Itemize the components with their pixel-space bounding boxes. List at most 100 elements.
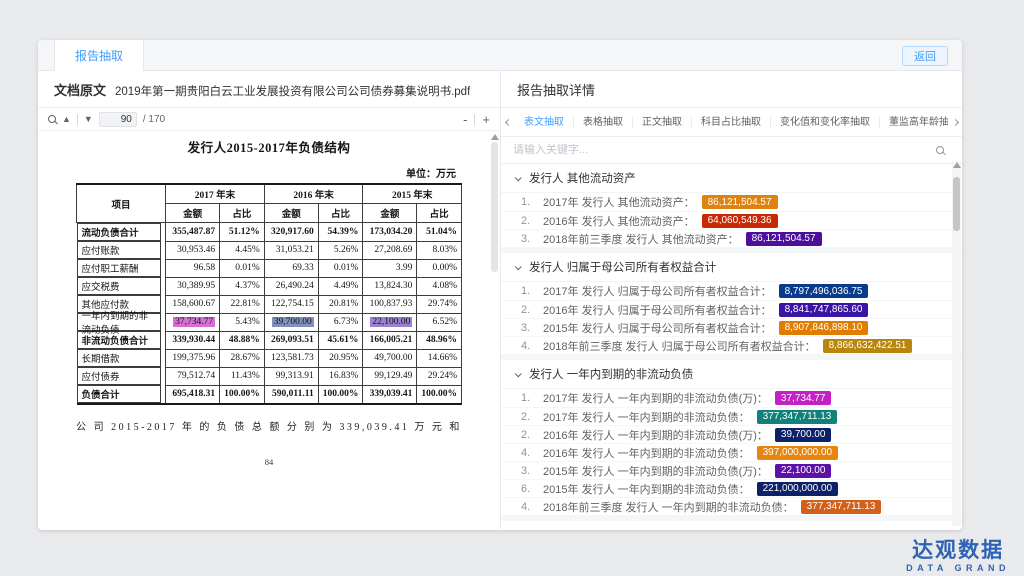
keyword-search-bar xyxy=(501,137,962,164)
table-cell-value: 199,375.96 xyxy=(166,349,220,367)
extraction-tab-1[interactable]: 表文抽取 xyxy=(519,108,569,137)
item-label: 2016年 发行人 其他流动资产： xyxy=(543,213,695,229)
table-cell-value: 166,005.21 xyxy=(363,331,417,349)
result-group: 发行人 一年内到期的非流动负债1.2017年 发行人 一年内到期的非流动负债(万… xyxy=(501,360,962,515)
keyword-search-input[interactable] xyxy=(513,144,936,156)
document-filename: 2019年第一期贵阳白云工业发展投资有限公司公司债券募集说明书.pdf xyxy=(115,83,470,99)
tab-separator xyxy=(770,116,771,128)
list-item[interactable]: 1.2017年 发行人 其他流动资产：86,121,504.57 xyxy=(501,193,962,211)
value-badge[interactable]: 221,000,000.00 xyxy=(757,482,839,496)
list-item[interactable]: 2.2017年 发行人 一年内到期的非流动负债：377,347,711.13 xyxy=(501,407,962,425)
search-icon[interactable] xyxy=(936,146,944,154)
list-item[interactable]: 3.2015年 发行人 归属于母公司所有者权益合计：8,907,846,898.… xyxy=(501,318,962,336)
list-item[interactable]: 3.2018年前三季度 发行人 其他流动资产：86,121,504.57 xyxy=(501,229,962,247)
value-badge[interactable]: 86,121,504.57 xyxy=(746,232,822,246)
page-up-icon[interactable]: ▲ xyxy=(62,115,71,124)
pdf-scrollbar[interactable] xyxy=(490,133,499,527)
details-panel-title: 报告抽取详情 xyxy=(501,71,962,108)
item-number: 4. xyxy=(521,501,543,513)
value-badge[interactable]: 8,866,632,422.51 xyxy=(823,339,913,353)
page-down-icon[interactable]: ▼ xyxy=(84,115,93,124)
value-badge[interactable]: 86,121,504.57 xyxy=(702,195,778,209)
table-row: 负债合计695,418.31100.00%590,011.11100.00%33… xyxy=(77,385,462,404)
details-scrollbar[interactable] xyxy=(952,161,961,526)
value-badge[interactable]: 377,347,711.13 xyxy=(801,500,882,514)
table-row: 应付职工薪酬96.580.01%69.330.01%3.990.00% xyxy=(77,259,462,277)
table-cell-value: 22.81% xyxy=(220,295,265,313)
extraction-tabs: 表文抽取表格抽取正文抽取科目占比抽取变化值和变化率抽取董监高年龄抽取变动趋势 xyxy=(501,108,962,137)
table-subheader-amount: 金额 xyxy=(264,204,318,223)
list-item[interactable]: 6.2015年 发行人 一年内到期的非流动负债：221,000,000.00 xyxy=(501,479,962,497)
value-badge[interactable]: 377,347,711.13 xyxy=(757,410,838,424)
pdf-page-view[interactable]: 发行人2015-2017年负债结构 单位：万元 项目 2017 年末 2016 … xyxy=(38,131,500,529)
item-number: 4. xyxy=(521,340,543,352)
value-badge[interactable]: 39,700.00 xyxy=(775,428,832,442)
value-badge[interactable]: 8,907,846,898.10 xyxy=(779,321,869,335)
extraction-tab-5[interactable]: 变化值和变化率抽取 xyxy=(775,108,875,137)
list-item[interactable]: 1.2017年 发行人 归属于母公司所有者权益合计：8,797,496,036.… xyxy=(501,282,962,300)
result-group: 发行人 利润总额 xyxy=(501,521,962,529)
table-cell-value: 100.00% xyxy=(220,385,265,404)
list-item[interactable]: 3.2015年 发行人 一年内到期的非流动负债(万)：22,100.00 xyxy=(501,461,962,479)
list-item[interactable]: 4.2018年前三季度 发行人 归属于母公司所有者权益合计：8,866,632,… xyxy=(501,336,962,354)
extraction-tab-4[interactable]: 科目占比抽取 xyxy=(696,108,766,137)
group-header[interactable]: 发行人 归属于母公司所有者权益合计 xyxy=(501,253,962,282)
value-badge[interactable]: 8,797,496,036.75 xyxy=(779,284,869,298)
chevron-right-icon xyxy=(951,118,958,125)
extraction-tab-2[interactable]: 表格抽取 xyxy=(578,108,628,137)
extraction-tab-3[interactable]: 正文抽取 xyxy=(637,108,687,137)
table-cell-value: 0.01% xyxy=(220,259,265,277)
item-label: 2017年 发行人 归属于母公司所有者权益合计： xyxy=(543,283,772,299)
scroll-up-icon[interactable] xyxy=(491,134,499,140)
tab-report-extraction[interactable]: 报告抽取 xyxy=(54,40,144,71)
page-number-input[interactable] xyxy=(99,112,137,127)
value-badge[interactable]: 22,100.00 xyxy=(775,464,832,478)
value-badge[interactable]: 64,060,549.36 xyxy=(702,214,778,228)
table-cell-value: 3.99 xyxy=(363,259,417,277)
table-cell-value: 30,953.46 xyxy=(166,241,220,259)
table-cell-item: 流动负债合计 xyxy=(77,223,161,241)
extraction-tab-6[interactable]: 董监高年龄抽取 xyxy=(884,108,948,137)
list-item[interactable]: 4.2016年 发行人 一年内到期的非流动负债：397,000,000.00 xyxy=(501,443,962,461)
group-header[interactable]: 发行人 其他流动资产 xyxy=(501,164,962,193)
group-title: 发行人 利润总额 xyxy=(529,527,613,529)
table-cell-value: 29.24% xyxy=(417,367,462,385)
group-header[interactable]: 发行人 一年内到期的非流动负债 xyxy=(501,360,962,389)
value-badge[interactable]: 8,841,747,865.60 xyxy=(779,303,869,317)
chevron-down-icon xyxy=(515,174,522,181)
table-cell-value: 20.81% xyxy=(318,295,363,313)
list-item[interactable]: 4.2018年前三季度 发行人 一年内到期的非流动负债：377,347,711.… xyxy=(501,497,962,515)
details-scrollbar-thumb[interactable] xyxy=(953,177,960,231)
table-cell-item: 应付账款 xyxy=(77,241,161,259)
list-item[interactable]: 2.2016年 发行人 归属于母公司所有者权益合计：8,841,747,865.… xyxy=(501,300,962,318)
table-cell-value: 45.61% xyxy=(318,331,363,349)
pdf-search-icon[interactable] xyxy=(48,115,56,123)
pdf-scrollbar-thumb[interactable] xyxy=(491,142,498,272)
zoom-out-button[interactable]: - xyxy=(463,113,467,126)
back-button[interactable]: 返回 xyxy=(902,46,948,66)
liability-structure-table: 项目 2017 年末 2016 年末 2015 年末 金额 占比 金额 占比 xyxy=(76,183,462,405)
item-number: 2. xyxy=(521,411,543,423)
value-badge[interactable]: 397,000,000.00 xyxy=(757,446,839,460)
table-cell-value: 100.00% xyxy=(318,385,363,404)
tab-separator xyxy=(573,116,574,128)
table-header-year-2017: 2017 年末 xyxy=(166,184,265,204)
toolbar-divider xyxy=(77,114,78,125)
highlighted-value: 39,700.00 xyxy=(272,317,314,327)
table-subheader-ratio: 占比 xyxy=(318,204,363,223)
table-cell-value: 30,389.95 xyxy=(166,277,220,295)
tabs-scroll-right[interactable] xyxy=(948,108,962,136)
table-row: 流动负债合计355,487.8751.12%320,917.6054.39%17… xyxy=(77,223,462,242)
list-item[interactable]: 2.2016年 发行人 一年内到期的非流动负债(万)：39,700.00 xyxy=(501,425,962,443)
value-badge[interactable]: 37,734.77 xyxy=(775,391,832,405)
table-cell-value: 20.95% xyxy=(318,349,363,367)
pdf-footer-text: 公 司 2015-2017 年 的 负 债 总 额 分 别 为 339,039.… xyxy=(76,418,462,433)
scroll-up-icon[interactable] xyxy=(953,162,961,168)
list-item[interactable]: 1.2017年 发行人 一年内到期的非流动负债(万)：37,734.77 xyxy=(501,389,962,407)
table-cell-value: 355,487.87 xyxy=(166,223,220,242)
item-label: 2017年 发行人 其他流动资产： xyxy=(543,194,695,210)
tabs-scroll-left[interactable] xyxy=(501,108,515,136)
list-item[interactable]: 2.2016年 发行人 其他流动资产：64,060,549.36 xyxy=(501,211,962,229)
group-header[interactable]: 发行人 利润总额 xyxy=(501,521,962,529)
zoom-in-button[interactable]: + xyxy=(482,113,490,126)
